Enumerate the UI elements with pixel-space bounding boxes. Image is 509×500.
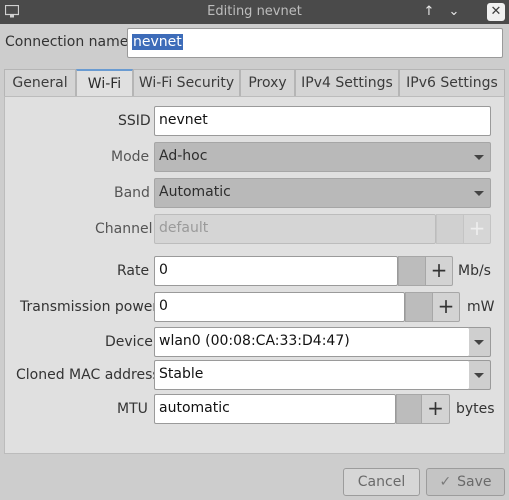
mtu-input[interactable]: automatic — [154, 394, 396, 424]
title-bar: Editing nevnet ↑ ⌄ ✕ — [0, 0, 509, 24]
device-dropdown-button[interactable] — [469, 327, 491, 357]
connection-name-label: Connection name — [5, 34, 129, 50]
rate-decrement-button[interactable] — [398, 256, 426, 286]
checkmark-icon: ✓ — [439, 474, 452, 490]
maximize-button[interactable]: ↑ — [420, 3, 438, 21]
connection-name-value: nevnet — [132, 34, 183, 50]
rate-increment-button[interactable]: + — [426, 256, 453, 286]
channel-input[interactable]: default — [154, 214, 436, 244]
save-button[interactable]: ✓ Save — [426, 468, 505, 496]
mtu-label: MTU — [117, 401, 148, 417]
transmission-power-input[interactable]: 0 — [154, 292, 405, 322]
band-select[interactable]: Automatic — [154, 178, 491, 208]
band-value: Automatic — [159, 184, 231, 200]
mode-label: Mode — [111, 149, 150, 165]
cloned-mac-input[interactable]: Stable — [154, 360, 470, 390]
chevron-down-icon — [474, 373, 484, 378]
cancel-button[interactable]: Cancel — [343, 468, 420, 496]
tab-general[interactable]: General — [4, 69, 76, 97]
chevron-down-icon — [474, 191, 484, 196]
transmission-power-increment-button[interactable]: + — [433, 292, 460, 322]
mode-select[interactable]: Ad-hoc — [154, 142, 491, 172]
channel-increment-button[interactable]: + — [464, 214, 491, 244]
mode-value: Ad-hoc — [159, 148, 208, 164]
transmission-power-decrement-button[interactable] — [405, 292, 433, 322]
device-input[interactable]: wlan0 (00:08:CA:33:D4:47) — [154, 327, 470, 357]
channel-decrement-button[interactable] — [436, 214, 464, 244]
channel-label: Channel — [95, 221, 153, 237]
tab-proxy[interactable]: Proxy — [240, 69, 295, 97]
rate-input[interactable]: 0 — [154, 256, 398, 286]
ssid-label: SSID — [118, 113, 151, 129]
tab-wifi-security[interactable]: Wi-Fi Security — [133, 69, 240, 97]
tab-ipv6-settings[interactable]: IPv6 Settings — [399, 69, 505, 97]
minimize-button[interactable]: ⌄ — [445, 3, 463, 21]
mtu-increment-button[interactable]: + — [422, 394, 450, 424]
tab-ipv4-settings[interactable]: IPv4 Settings — [295, 69, 399, 97]
mtu-decrement-button[interactable] — [396, 394, 422, 424]
transmission-power-unit: mW — [467, 299, 495, 315]
rate-unit: Mb/s — [458, 263, 491, 279]
close-button[interactable]: ✕ — [487, 3, 505, 21]
transmission-power-label: Transmission power — [20, 299, 159, 315]
cloned-mac-label: Cloned MAC address — [16, 367, 160, 383]
chevron-down-icon — [474, 155, 484, 160]
rate-label: Rate — [117, 263, 150, 279]
band-label: Band — [114, 185, 150, 201]
mtu-unit: bytes — [456, 401, 495, 417]
tab-wifi[interactable]: Wi-Fi — [76, 69, 133, 98]
connection-name-input[interactable]: nevnet — [127, 28, 503, 58]
ssid-input[interactable]: nevnet — [154, 106, 491, 136]
chevron-down-icon — [474, 340, 484, 345]
cloned-mac-dropdown-button[interactable] — [469, 360, 491, 390]
save-label: Save — [457, 474, 492, 490]
device-label: Device — [105, 334, 153, 350]
